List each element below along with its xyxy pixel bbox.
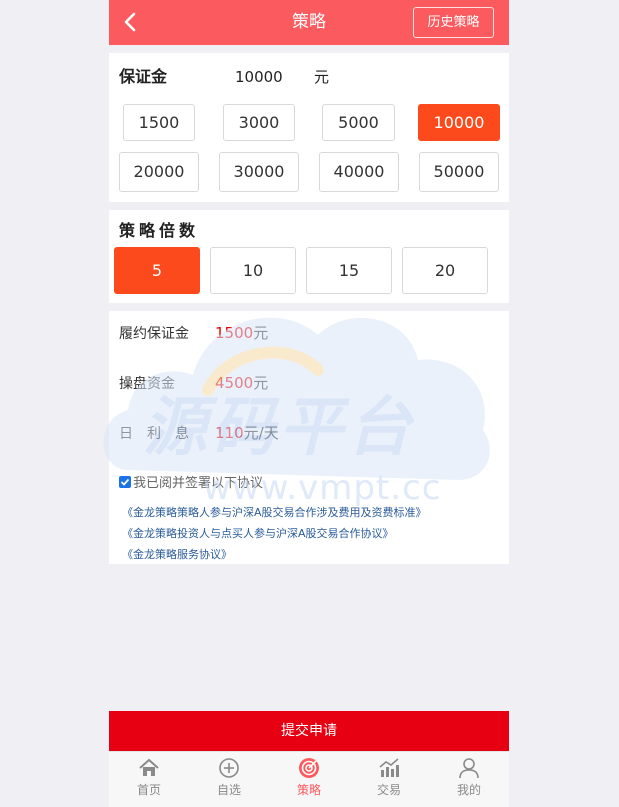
- header-bar: 策略 历史策略: [109, 0, 509, 45]
- deposit-option-1500[interactable]: 1500: [123, 104, 195, 141]
- multiplier-option-5[interactable]: 5: [114, 247, 200, 294]
- plus-circle-icon: [219, 758, 239, 778]
- agreement-text: 我已阅并签署以下协议: [133, 476, 264, 491]
- chart-icon: [379, 758, 399, 777]
- performance-deposit-label: 履约保证金: [119, 326, 189, 342]
- tab-strategy[interactable]: 策略: [269, 752, 349, 807]
- multiplier-option-15[interactable]: 15: [306, 247, 392, 294]
- tab-strategy-label: 策略: [296, 783, 321, 797]
- agreement-link-fees[interactable]: 《金龙策略策略人参与沪深A股交易合作涉及费用及资费标准》: [122, 504, 427, 520]
- history-strategy-button[interactable]: 历史策略: [413, 7, 494, 38]
- performance-deposit-value: 1500: [215, 324, 254, 342]
- daily-interest-unit: 元/天: [243, 424, 279, 442]
- multiplier-option-10[interactable]: 10: [210, 247, 296, 294]
- tab-watchlist[interactable]: 自选: [189, 752, 269, 807]
- tab-mine-label: 我的: [456, 783, 481, 797]
- strategy-summary: 履约保证金 1500元 操盘资金 4500元 日 利 息 110元/天: [109, 311, 509, 470]
- strategy-page: 策略 历史策略 保证金 10000 元 1500 3000 5000 10000…: [109, 0, 509, 807]
- performance-deposit-unit: 元: [253, 324, 269, 342]
- daily-interest-label: 日 利 息: [119, 426, 189, 442]
- tab-trade-label: 交易: [376, 783, 401, 797]
- daily-interest-value: 110: [215, 424, 244, 442]
- deposit-value: 10000: [235, 68, 283, 86]
- agreement-link-service[interactable]: 《金龙策略服务协议》: [122, 546, 232, 562]
- deposit-option-10000[interactable]: 10000: [418, 104, 500, 141]
- trading-capital-row: 操盘资金 4500元: [119, 372, 268, 393]
- tab-home[interactable]: 首页: [109, 752, 189, 807]
- agreement-section: 我已阅并签署以下协议 《金龙策略策略人参与沪深A股交易合作涉及费用及资费标准》 …: [109, 470, 509, 564]
- deposit-unit: 元: [314, 68, 330, 86]
- trading-capital-unit: 元: [253, 374, 269, 392]
- performance-deposit-row: 履约保证金 1500元: [119, 322, 268, 343]
- deposit-option-20000[interactable]: 20000: [119, 152, 199, 192]
- deposit-option-50000[interactable]: 50000: [419, 152, 499, 192]
- check-icon: [120, 478, 130, 486]
- daily-interest-row: 日 利 息 110元/天: [119, 422, 279, 443]
- deposit-section: 保证金 10000 元 1500 3000 5000 10000 20000 3…: [109, 53, 509, 202]
- target-icon: [299, 758, 319, 778]
- trading-capital-label: 操盘资金: [119, 376, 175, 392]
- tab-home-label: 首页: [136, 783, 161, 797]
- multiplier-option-20[interactable]: 20: [402, 247, 488, 294]
- agreement-link-cooperation[interactable]: 《金龙策略投资人与点买人参与沪深A股交易合作协议》: [122, 525, 394, 541]
- deposit-label: 保证金: [119, 67, 168, 86]
- deposit-option-30000[interactable]: 30000: [219, 152, 299, 192]
- home-icon: [139, 758, 159, 776]
- deposit-option-5000[interactable]: 5000: [322, 104, 395, 141]
- trading-capital-value: 4500: [215, 374, 254, 392]
- tab-watchlist-label: 自选: [216, 783, 241, 797]
- submit-button[interactable]: 提交申请: [109, 711, 509, 751]
- deposit-option-40000[interactable]: 40000: [319, 152, 399, 192]
- tab-trade[interactable]: 交易: [349, 752, 429, 807]
- bottom-tab-bar: 首页 自选 策略 交易 我的: [109, 751, 509, 807]
- deposit-option-3000[interactable]: 3000: [223, 104, 295, 141]
- multiplier-label: 策略倍数: [119, 221, 200, 240]
- agreement-checkbox[interactable]: [119, 475, 131, 488]
- multiplier-section: 策略倍数 5 10 15 20: [109, 210, 509, 303]
- user-icon: [459, 758, 479, 779]
- agreement-consent: 我已阅并签署以下协议: [119, 472, 263, 491]
- tab-mine[interactable]: 我的: [429, 752, 509, 807]
